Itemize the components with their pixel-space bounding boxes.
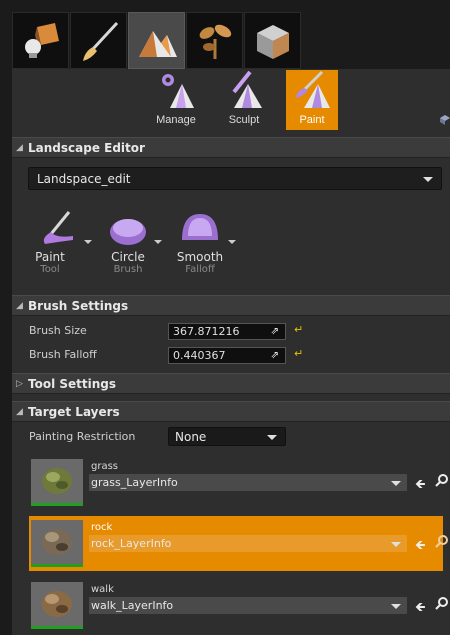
tool-settings-header[interactable]: ▷ Tool Settings — [12, 373, 450, 394]
landscape-tool-tabs: Manage Sculpt Paint — [12, 69, 450, 131]
tab-sculpt-label: Sculpt — [228, 114, 260, 126]
chevron-down-icon — [423, 176, 433, 182]
use-selected-asset-icon[interactable]: 🡸 — [415, 475, 426, 497]
chevron-down-icon — [267, 434, 277, 440]
brush-falloff-label: Brush Falloff — [29, 348, 97, 361]
brush-settings-title: Brush Settings — [28, 298, 129, 313]
paint-brush-mode-icon — [82, 21, 118, 61]
reset-arrow-icon[interactable]: ↵ — [294, 347, 303, 360]
expand-arrow-icon: ▷ — [16, 378, 23, 389]
tab-paint-label: Paint — [299, 114, 325, 126]
chevron-down-icon — [391, 480, 401, 486]
falloff-dropdown-arrow-icon — [228, 240, 236, 244]
search-icon[interactable] — [435, 596, 449, 610]
use-selected-asset-icon[interactable]: 🡸 — [415, 598, 426, 620]
sculpt-icon — [232, 70, 262, 108]
painting-restriction-label: Painting Restriction — [29, 430, 136, 443]
walk-thumbnail — [31, 582, 83, 629]
reset-arrow-icon[interactable]: ↵ — [294, 323, 303, 336]
grass-thumbnail — [31, 459, 83, 506]
smooth-falloff-sub: Falloff — [185, 264, 215, 275]
target-layers-header[interactable]: ◢ Target Layers — [12, 401, 450, 422]
paint-mode-tab[interactable] — [70, 12, 127, 69]
layer-info-value: grass_LayerInfo — [91, 476, 178, 489]
landscape-mode-icon — [138, 30, 177, 57]
drag-handle-icon[interactable]: ⇗ — [271, 350, 279, 361]
layer-info-select[interactable]: grass_LayerInfo — [89, 474, 407, 491]
layer-info-select[interactable]: walk_LayerInfo — [89, 597, 407, 614]
tab-paint[interactable]: Paint — [286, 70, 338, 130]
landscape-mode-tab[interactable] — [128, 12, 185, 69]
layer-info-value: rock_LayerInfo — [91, 537, 172, 550]
brush-dropdown-arrow-icon — [154, 240, 162, 244]
mesh-paint-mode-tab[interactable] — [244, 12, 301, 69]
target-layers-title: Target Layers — [28, 404, 120, 419]
overflow-icon[interactable] — [440, 115, 450, 125]
painting-restriction-value: None — [175, 429, 207, 444]
layer-rock[interactable]: rock rock_LayerInfo 🡸 — [29, 516, 448, 571]
place-mode-icon — [24, 22, 59, 58]
paint-tool-sub: Tool — [40, 264, 60, 275]
smooth-falloff-icon — [182, 214, 218, 240]
layer-info-value: walk_LayerInfo — [91, 599, 174, 612]
brush-size-field[interactable]: 367.871216 ⇗ — [168, 323, 286, 340]
collapse-arrow-icon: ◢ — [16, 300, 23, 311]
layer-name: rock — [91, 522, 113, 533]
tool-settings-title: Tool Settings — [28, 376, 117, 391]
circle-brush-sub: Brush — [113, 264, 143, 275]
place-mode-tab[interactable] — [12, 12, 69, 69]
landscape-editor-header[interactable]: ◢ Landscape Editor — [12, 137, 450, 158]
layer-info-select[interactable]: rock_LayerInfo — [89, 535, 407, 552]
tab-manage-label: Manage — [156, 114, 196, 126]
brush-falloff-field[interactable]: 0.440367 ⇗ — [168, 347, 286, 364]
tab-manage[interactable]: Manage — [150, 70, 202, 130]
paint-tool-label: Paint — [35, 250, 65, 264]
painting-restriction-select[interactable]: None — [168, 427, 286, 446]
paint-tool-icon — [43, 211, 73, 244]
brush-falloff-value: 0.440367 — [173, 349, 226, 362]
manage-gear-icon — [162, 74, 194, 108]
foliage-mode-tab[interactable] — [186, 12, 243, 69]
foliage-mode-icon — [199, 24, 231, 59]
brush-size-label: Brush Size — [29, 324, 87, 337]
drag-handle-icon[interactable]: ⇗ — [271, 326, 279, 337]
search-icon[interactable] — [435, 473, 449, 487]
brush-settings-header[interactable]: ◢ Brush Settings — [12, 295, 450, 316]
tool-dropdown-arrow-icon — [84, 240, 92, 244]
landscape-select-value: Landspace_edit — [37, 171, 131, 186]
mode-tabs — [12, 12, 302, 69]
landscape-editor-title: Landscape Editor — [28, 140, 145, 155]
landscape-select[interactable]: Landspace_edit — [28, 167, 442, 190]
collapse-arrow-icon: ◢ — [16, 142, 23, 153]
paint-tool-button[interactable]: Paint Tool — [29, 206, 92, 276]
layer-name: walk — [91, 584, 114, 595]
rock-thumbnail — [31, 520, 83, 567]
mesh-paint-mode-icon — [256, 24, 289, 59]
circle-brush-icon — [110, 219, 146, 245]
chevron-down-icon — [391, 541, 401, 547]
smooth-falloff-label: Smooth — [176, 250, 224, 264]
smooth-falloff-button[interactable]: Smooth Falloff — [172, 206, 238, 276]
tab-sculpt[interactable]: Sculpt — [218, 70, 270, 130]
chevron-down-icon — [391, 603, 401, 609]
circle-brush-button[interactable]: Circle Brush — [106, 206, 166, 276]
collapse-arrow-icon: ◢ — [16, 406, 23, 417]
use-selected-asset-icon[interactable]: 🡸 — [415, 536, 426, 558]
paint-icon — [296, 70, 330, 108]
circle-brush-label: Circle — [111, 250, 145, 264]
layer-grass[interactable]: grass grass_LayerInfo 🡸 — [29, 455, 448, 510]
layer-name: grass — [91, 461, 119, 472]
layer-walk[interactable]: walk walk_LayerInfo 🡸 — [29, 578, 448, 633]
brush-size-value: 367.871216 — [173, 325, 240, 338]
search-icon[interactable] — [435, 534, 449, 548]
